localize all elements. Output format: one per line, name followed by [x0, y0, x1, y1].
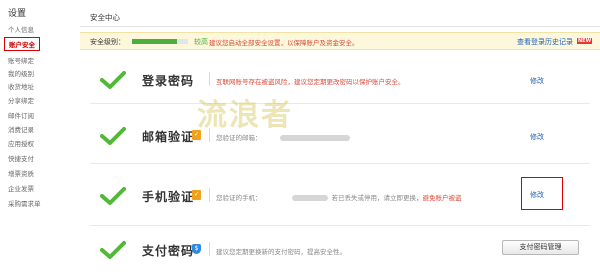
- security-level-banner: 安全级别： 较高 建议您启动全部安全设置，以保障账户及资金安全。 查看登录历史记…: [80, 32, 600, 50]
- phone-desc-warning: 若已丢失或停用，请立即更换，: [331, 194, 423, 202]
- verified-badge-icon: ✓: [192, 190, 201, 200]
- email-modify-link[interactable]: 修改: [530, 132, 544, 142]
- security-tip: 建议您启动全部安全设置，以保障账户及资金安全。: [209, 39, 359, 47]
- phone-desc-alert: 避免账户被盗: [422, 194, 462, 202]
- check-icon: [100, 127, 126, 145]
- security-center: 安全中心 安全级别： 较高 建议您启动全部安全设置，以保障账户及资金安全。 查看…: [80, 0, 600, 279]
- sidebar-item-app-authorization[interactable]: 应用授权: [8, 138, 34, 148]
- sidebar-item-shipping-address[interactable]: 收货地址: [8, 81, 34, 91]
- login-password-title: 登录密码: [142, 74, 195, 88]
- page-title: 安全中心: [90, 13, 120, 22]
- sidebar-item-company-invoice[interactable]: 企业发票: [8, 183, 34, 193]
- phone-desc-label: 您验证的手机：: [216, 194, 262, 202]
- payment-password-manage-button[interactable]: 支付密码管理: [502, 240, 579, 255]
- sidebar-item-personal-info[interactable]: 个人信息: [8, 24, 34, 34]
- phone-verification-title: 手机验证: [142, 190, 195, 204]
- payment-password-desc: 建议您定期更换新的支付密码，提高安全性。: [216, 248, 346, 256]
- sidebar-item-share-binding[interactable]: 分享绑定: [8, 95, 34, 105]
- security-level-value: 较高: [194, 38, 208, 46]
- phone-desc: 您验证的手机： 若已丢失或停用，请立即更换，避免账户被盗: [216, 192, 462, 202]
- security-level-label: 安全级别：: [90, 38, 125, 46]
- masked-phone: [291, 195, 328, 201]
- email-verification-title: 邮箱验证: [142, 130, 195, 144]
- sidebar-item-email-subscription[interactable]: 邮件订阅: [8, 110, 34, 120]
- login-password-row: 登录密码 互联网账号存在被盗风险，建议您定期更改密码以保护账户安全。 修改: [80, 52, 600, 104]
- highlight-box: [521, 177, 563, 210]
- shield-icon: $: [192, 244, 201, 254]
- email-desc-label: 您验证的邮箱：: [216, 134, 262, 142]
- email-verification-row: 邮箱验证 ✓ 您验证的邮箱： 修改: [80, 104, 600, 164]
- watermark: 流浪者: [197, 98, 293, 133]
- sidebar-item-purchase-records[interactable]: 消费记录: [8, 124, 34, 134]
- check-icon: [100, 71, 126, 89]
- new-badge: NEW: [577, 38, 593, 44]
- sidebar: 设置 个人信息 账户安全 账号绑定 我的级别 收货地址 分享绑定 邮件订阅 消费…: [0, 0, 56, 279]
- row-divider: [209, 188, 210, 202]
- check-icon: [100, 187, 126, 205]
- sidebar-item-account-binding[interactable]: 账号绑定: [8, 55, 34, 65]
- security-level-bar: [132, 39, 188, 44]
- sidebar-item-quick-pay[interactable]: 快捷支付: [8, 153, 34, 163]
- title-divider: [80, 26, 600, 27]
- row-divider: [209, 242, 210, 256]
- sidebar-item-my-level[interactable]: 我的级别: [8, 68, 34, 78]
- check-icon: [100, 241, 126, 259]
- row-divider: [209, 72, 210, 86]
- sidebar-item-purchase-requests[interactable]: 采购需求单: [8, 198, 41, 208]
- masked-email: [279, 135, 350, 141]
- login-history-link[interactable]: 查看登录历史记录: [517, 37, 573, 47]
- sidebar-title: 设置: [8, 9, 27, 19]
- login-password-modify-link[interactable]: 修改: [530, 76, 544, 86]
- sidebar-item-account-security[interactable]: 账户安全: [4, 37, 40, 51]
- security-level-bar-fill: [132, 39, 177, 44]
- payment-password-title: 支付密码: [142, 244, 195, 258]
- login-password-desc: 互联网账号存在被盗风险，建议您定期更改密码以保护账户安全。: [216, 78, 405, 86]
- sidebar-item-vat-qualification[interactable]: 增票资质: [8, 168, 34, 178]
